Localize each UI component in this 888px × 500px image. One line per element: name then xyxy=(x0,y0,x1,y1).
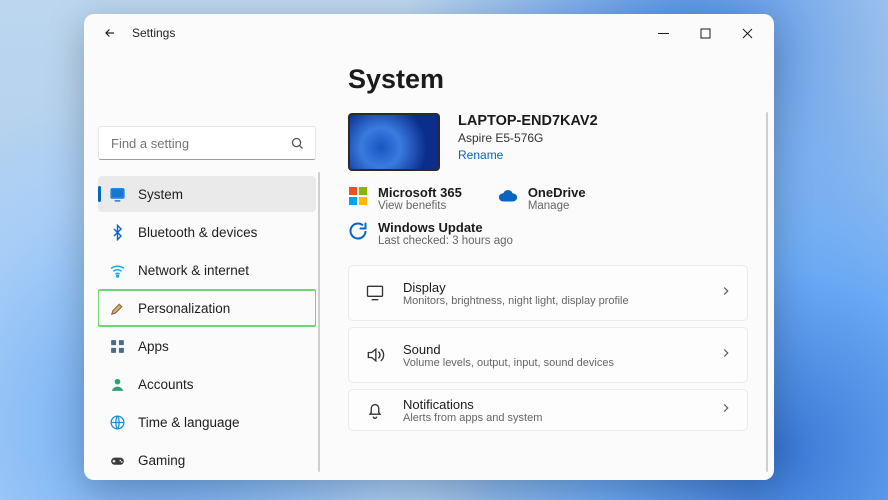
back-button[interactable] xyxy=(98,21,122,45)
page-title: System xyxy=(348,64,748,95)
settings-card-list: Display Monitors, brightness, night ligh… xyxy=(348,265,748,431)
bluetooth-icon xyxy=(108,223,126,241)
service-sub: View benefits xyxy=(378,200,462,212)
display-icon xyxy=(363,283,387,303)
chevron-right-icon xyxy=(719,346,733,365)
service-sub: Manage xyxy=(528,200,586,212)
settings-card-notifications[interactable]: Notifications Alerts from apps and syste… xyxy=(348,389,748,431)
person-icon xyxy=(108,375,126,393)
service-name: OneDrive xyxy=(528,185,586,200)
search-input[interactable] xyxy=(109,135,290,152)
device-model: Aspire E5-576G xyxy=(458,131,598,145)
card-title: Display xyxy=(403,280,719,295)
sidebar-item-personalization[interactable]: Personalization xyxy=(98,290,316,326)
sidebar-item-system[interactable]: System xyxy=(98,176,316,212)
minimize-button[interactable] xyxy=(642,18,684,48)
device-name: LAPTOP-END7KAV2 xyxy=(458,113,598,129)
minimize-icon xyxy=(658,28,669,39)
sidebar-item-apps[interactable]: Apps xyxy=(98,328,316,364)
titlebar: Settings xyxy=(84,14,774,52)
search-box[interactable] xyxy=(98,126,316,160)
sidebar-item-label: Gaming xyxy=(138,453,185,468)
sidebar-nav: System Bluetooth & devices Network & int… xyxy=(98,176,316,478)
sidebar-item-label: Personalization xyxy=(138,301,230,316)
sidebar-item-accounts[interactable]: Accounts xyxy=(98,366,316,402)
card-subtitle: Alerts from apps and system xyxy=(403,412,719,424)
apps-icon xyxy=(108,337,126,355)
sidebar: System Bluetooth & devices Network & int… xyxy=(84,52,324,480)
window-body: System Bluetooth & devices Network & int… xyxy=(84,52,774,480)
windows-update-tile[interactable]: Windows Update Last checked: 3 hours ago xyxy=(348,220,748,247)
sidebar-item-label: Network & internet xyxy=(138,263,249,278)
device-thumbnail xyxy=(348,113,440,171)
rename-link[interactable]: Rename xyxy=(458,148,503,162)
maximize-icon xyxy=(700,28,711,39)
chevron-right-icon xyxy=(719,284,733,303)
search-icon xyxy=(290,136,305,151)
device-block: LAPTOP-END7KAV2 Aspire E5-576G Rename xyxy=(348,113,748,171)
close-icon xyxy=(742,28,753,39)
sidebar-item-gaming[interactable]: Gaming xyxy=(98,442,316,478)
services-row: Microsoft 365 View benefits OneDrive Man… xyxy=(348,185,748,212)
sidebar-item-label: Apps xyxy=(138,339,169,354)
maximize-button[interactable] xyxy=(684,18,726,48)
microsoft-365-tile[interactable]: Microsoft 365 View benefits xyxy=(348,185,462,212)
main-pane: System LAPTOP-END7KAV2 Aspire E5-576G Re… xyxy=(324,52,774,480)
sidebar-scrollbar[interactable] xyxy=(318,172,320,472)
sidebar-item-label: Accounts xyxy=(138,377,194,392)
settings-card-display[interactable]: Display Monitors, brightness, night ligh… xyxy=(348,265,748,321)
onedrive-tile[interactable]: OneDrive Manage xyxy=(498,185,586,212)
wifi-icon xyxy=(108,261,126,279)
gamepad-icon xyxy=(108,451,126,469)
onedrive-icon xyxy=(498,186,518,206)
window-title: Settings xyxy=(132,26,175,40)
sidebar-item-bluetooth[interactable]: Bluetooth & devices xyxy=(98,214,316,250)
card-title: Notifications xyxy=(403,397,719,412)
sidebar-item-label: System xyxy=(138,187,183,202)
update-name: Windows Update xyxy=(378,220,513,235)
windows-update-icon xyxy=(348,221,368,241)
card-subtitle: Monitors, brightness, night light, displ… xyxy=(403,295,719,307)
microsoft-365-icon xyxy=(348,186,368,206)
sidebar-item-network[interactable]: Network & internet xyxy=(98,252,316,288)
sidebar-item-time-language[interactable]: Time & language xyxy=(98,404,316,440)
paintbrush-icon xyxy=(108,299,126,317)
service-name: Microsoft 365 xyxy=(378,185,462,200)
card-subtitle: Volume levels, output, input, sound devi… xyxy=(403,357,719,369)
arrow-left-icon xyxy=(103,26,117,40)
notifications-icon xyxy=(363,400,387,420)
sound-icon xyxy=(363,345,387,365)
settings-card-sound[interactable]: Sound Volume levels, output, input, soun… xyxy=(348,327,748,383)
main-scrollbar[interactable] xyxy=(766,112,768,472)
globe-icon xyxy=(108,413,126,431)
card-title: Sound xyxy=(403,342,719,357)
chevron-right-icon xyxy=(719,401,733,420)
sidebar-item-label: Bluetooth & devices xyxy=(138,225,257,240)
system-icon xyxy=(108,185,126,203)
sidebar-item-label: Time & language xyxy=(138,415,240,430)
close-button[interactable] xyxy=(726,18,768,48)
update-sub: Last checked: 3 hours ago xyxy=(378,235,513,247)
settings-window: Settings System Bluetooth & devices Netw… xyxy=(84,14,774,480)
